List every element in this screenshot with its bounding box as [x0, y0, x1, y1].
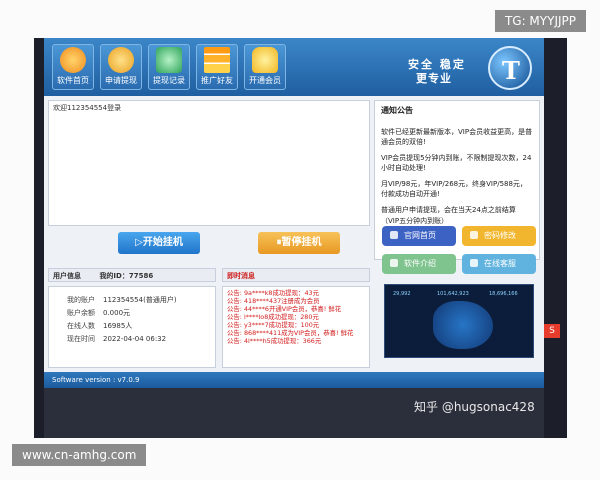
user-field-row: 现在时间 2022-04-04 06:32: [57, 332, 207, 345]
notice-title: 通知公告: [381, 106, 413, 115]
toolbar-vip-label: 开通会员: [249, 76, 281, 85]
login-log-box[interactable]: 欢迎112354554登录: [48, 100, 370, 226]
message-item: 公告: 418****437注册成为会员: [227, 297, 320, 305]
china-map-shape: [433, 301, 493, 349]
toolbar-vip-button[interactable]: 开通会员: [244, 44, 286, 90]
map-stat: 101,642,923: [437, 291, 469, 297]
tg-label: TG: MYYJJPP: [494, 10, 586, 32]
crown-icon: [252, 47, 278, 73]
chat-icon: [470, 259, 478, 267]
login-log-text: 欢迎112354554登录: [53, 104, 122, 112]
notice-item: VIP会员提现5分钟内到账，不限制提现次数，24小时自动处理!: [381, 153, 532, 173]
toolbar-withdraw-button[interactable]: 申请提现: [100, 44, 142, 90]
map-stat: 18,696,166: [489, 291, 518, 297]
user-field-row: 账户余额 0.000元: [57, 306, 207, 319]
bar-chart-icon: [204, 47, 230, 73]
password-change-button[interactable]: 密码修改: [462, 226, 536, 246]
ime-indicator-icon[interactable]: S: [544, 324, 560, 338]
toolbar-invite-label: 推广好友: [201, 76, 233, 85]
monitor-screen: 软件首页 申请提现 提现记录 推广好友 开通会员 安全 稳定 更专业 T 欢迎1…: [34, 38, 567, 438]
message-item: 公告: 44****6开通VIP会员，恭喜! 鲜花: [227, 305, 342, 313]
realtime-message-header: 即时消息: [222, 268, 370, 282]
user-field-row: 在线人数 16985人: [57, 319, 207, 332]
status-bar: Software version : v7.0.9: [44, 372, 544, 388]
user-info-header: 用户信息 我的ID：77586: [48, 268, 216, 282]
record-icon: [156, 47, 182, 73]
official-home-label: 官网首页: [404, 231, 436, 240]
lock-icon: [470, 231, 478, 239]
dashboard-map-image: 29,992 101,642,923 18,696,166: [384, 284, 534, 358]
online-support-label: 在线客服: [484, 259, 516, 268]
user-field-value: 16985人: [103, 321, 133, 330]
official-home-button[interactable]: 官网首页: [382, 226, 456, 246]
top-toolbar: 软件首页 申请提现 提现记录 推广好友 开通会员 安全 稳定 更专业 T: [44, 38, 544, 96]
notice-item: 普通用户申请提现，会在当天24点之前结算（VIP五分钟内到账）: [381, 206, 516, 225]
brand-logo: T: [488, 46, 532, 90]
password-change-label: 密码修改: [484, 231, 516, 240]
watermark-text: 知乎 @hugsonac428: [414, 400, 535, 414]
coin-bag-icon: [108, 47, 134, 73]
message-item: 公告: y3****7成功提现：100元: [227, 321, 320, 329]
toolbar-records-button[interactable]: 提现记录: [148, 44, 190, 90]
home-icon: [390, 231, 398, 239]
photo-stage: TG: MYYJJPP 软件首页 申请提现 提现记录 推广好友 开通会员 安全 …: [0, 0, 600, 480]
user-id-label: 我的ID：77586: [99, 272, 154, 280]
user-info-title: 用户信息: [53, 272, 81, 280]
user-field-key: 现在时间: [67, 334, 95, 343]
message-item: 公告: 9a****k8成功提现：43元: [227, 289, 319, 297]
document-icon: [390, 259, 398, 267]
toolbar-records-label: 提现记录: [153, 76, 185, 85]
notice-item: 软件已经更新最新版本，VIP会员收益更高，是普通会员的双倍!: [381, 127, 533, 146]
user-field-value: 112354554(普通用户): [103, 295, 177, 304]
user-info-box: 我的账户 112354554(普通用户) 账户余额 0.000元 在线人数 16985…: [48, 286, 216, 368]
message-item: 公告: 868****411成为VIP会员，恭喜! 鲜花: [227, 329, 354, 337]
user-field-value: 2022-04-04 06:32: [103, 334, 167, 343]
sun-icon: [60, 47, 86, 73]
toolbar-invite-button[interactable]: 推广好友: [196, 44, 238, 90]
version-label: Software version : v7.0.9: [52, 376, 140, 384]
brand-logo-letter: T: [502, 56, 520, 85]
toolbar-home-label: 软件首页: [57, 76, 89, 85]
software-intro-label: 软件介绍: [404, 259, 436, 268]
software-intro-button[interactable]: 软件介绍: [382, 254, 456, 274]
pause-hangup-button[interactable]: ⏸暂停挂机: [258, 232, 340, 254]
user-field-row: 我的账户 112354554(普通用户): [57, 293, 207, 306]
realtime-title: 即时消息: [227, 272, 255, 280]
site-label: www.cn-amhg.com: [12, 444, 147, 466]
app-window: 软件首页 申请提现 提现记录 推广好友 开通会员 安全 稳定 更专业 T 欢迎1…: [44, 38, 544, 438]
toolbar-withdraw-label: 申请提现: [105, 76, 137, 85]
message-item: 公告: 4l****h5成功提现：366元: [227, 337, 322, 345]
user-field-key: 在线人数: [67, 321, 95, 330]
user-field-value: 0.000元: [103, 308, 131, 317]
online-support-button[interactable]: 在线客服: [462, 254, 536, 274]
user-field-key: 账户余额: [67, 308, 95, 317]
start-hangup-button[interactable]: ▷开始挂机: [118, 232, 200, 254]
realtime-message-list[interactable]: 公告: 9a****k8成功提现：43元 公告: 418****437注册成为会…: [222, 286, 370, 368]
notice-item: 月VIP/98元，年VIP/268元，终身VIP/588元，付款成功自动开通!: [381, 180, 527, 199]
brand-slogan-2: 更专业: [416, 72, 452, 85]
map-stat: 29,992: [393, 291, 411, 297]
brand-area: 安全 稳定 更专业 T: [402, 44, 532, 90]
message-item: 公告: l****lo8成功提现：280元: [227, 313, 319, 321]
user-field-key: 我的账户: [67, 295, 95, 304]
toolbar-home-button[interactable]: 软件首页: [52, 44, 94, 90]
